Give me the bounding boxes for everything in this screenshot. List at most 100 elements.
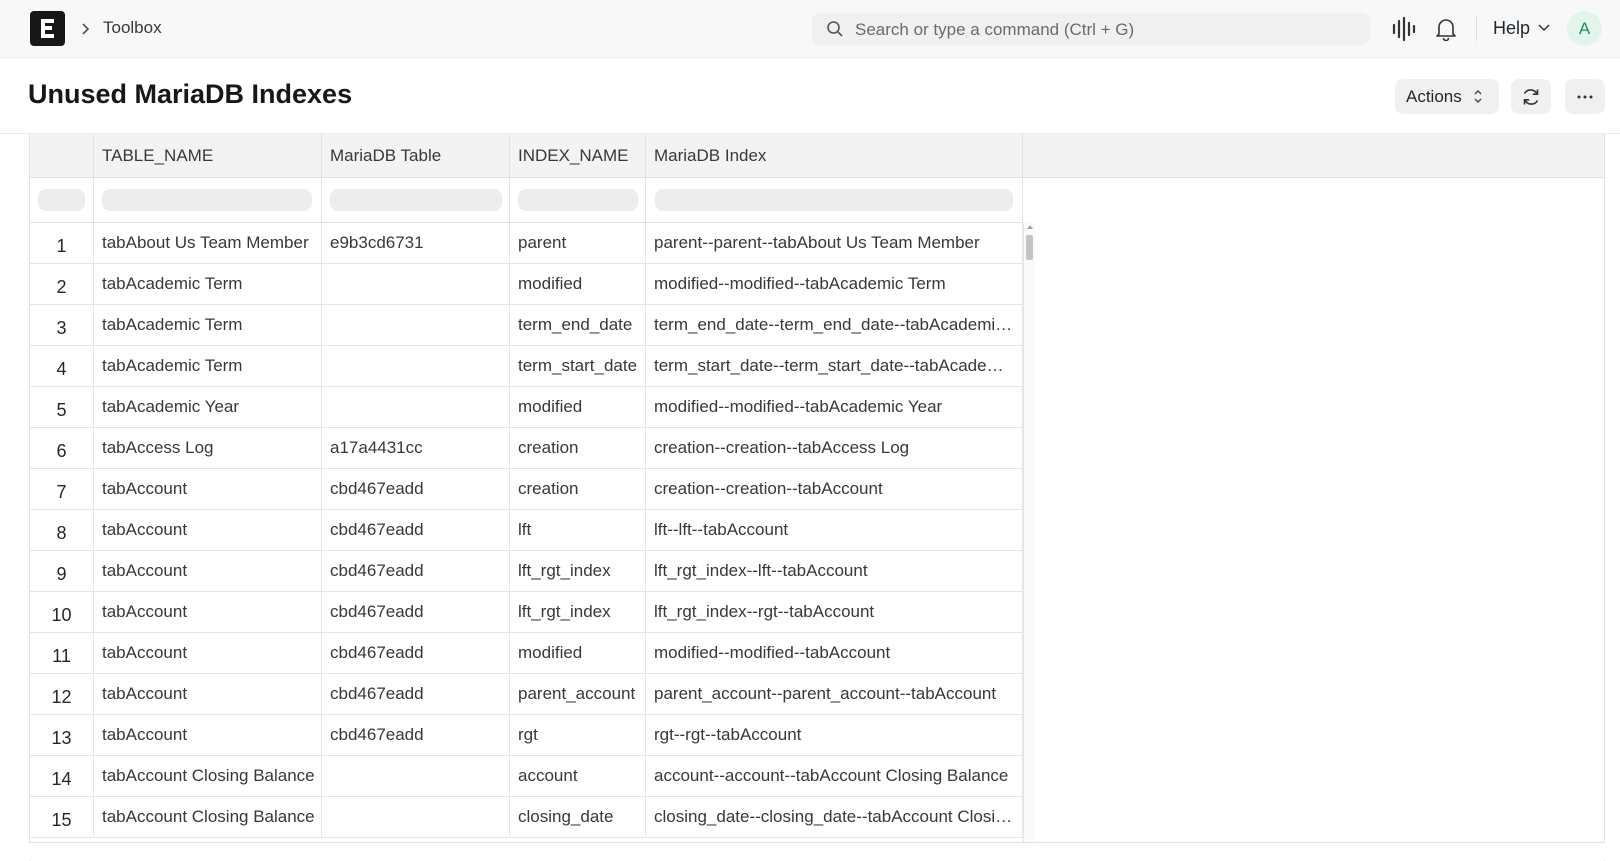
cell-table-name[interactable]: tabAcademic Term — [94, 264, 322, 305]
filter-input[interactable] — [655, 189, 1013, 211]
vertical-scrollbar[interactable] — [1023, 223, 1035, 860]
cell-mariadb-index[interactable]: rgt--rgt--tabAccount — [646, 715, 1023, 756]
more-options-button[interactable] — [1565, 79, 1605, 114]
row-index[interactable]: 7 — [30, 469, 94, 510]
cell-table-name[interactable]: tabAccount — [94, 469, 322, 510]
filter-input[interactable] — [330, 189, 502, 211]
row-index[interactable]: 3 — [30, 305, 94, 346]
cell-mariadb-table[interactable]: cbd467eadd — [322, 715, 510, 756]
cell-mariadb-table[interactable] — [322, 305, 510, 346]
cell-index-name[interactable]: creation — [510, 428, 646, 469]
cell-table-name[interactable]: tabAccount — [94, 633, 322, 674]
cell-table-name[interactable]: tabAccount — [94, 674, 322, 715]
row-index[interactable]: 6 — [30, 428, 94, 469]
column-header-index-name[interactable]: INDEX_NAME — [510, 134, 646, 178]
cell-mariadb-index[interactable]: lft--lft--tabAccount — [646, 510, 1023, 551]
cell-index-name[interactable]: rgt — [510, 715, 646, 756]
cell-index-name[interactable]: lft_rgt_index — [510, 551, 646, 592]
table-row[interactable]: 2 tabAcademic Term modified modified--modif… — [30, 264, 1023, 305]
cell-mariadb-table[interactable]: cbd467eadd — [322, 551, 510, 592]
row-index[interactable]: 5 — [30, 387, 94, 428]
cell-index-name[interactable]: account — [510, 756, 646, 797]
filter-input[interactable] — [518, 189, 638, 211]
row-index[interactable]: 11 — [30, 633, 94, 674]
filter-mariadb-index[interactable] — [646, 178, 1023, 222]
cell-index-name[interactable]: term_end_date — [510, 305, 646, 346]
cell-table-name[interactable]: tabAccount — [94, 592, 322, 633]
cell-index-name[interactable]: modified — [510, 264, 646, 305]
actions-button[interactable]: Actions — [1395, 79, 1499, 114]
search-bar[interactable]: Search or type a command (Ctrl + G) — [812, 13, 1370, 45]
bell-icon[interactable] — [1435, 17, 1457, 41]
row-index[interactable]: 9 — [30, 551, 94, 592]
column-header-mariadb-table[interactable]: MariaDB Table — [322, 134, 510, 178]
cell-mariadb-index[interactable]: term_start_date--term_start_date--tabAca… — [646, 346, 1023, 387]
filter-mariadb-table[interactable] — [322, 178, 510, 222]
row-index[interactable]: 14 — [30, 756, 94, 797]
row-index[interactable]: 15 — [30, 797, 94, 838]
cell-mariadb-index[interactable]: modified--modified--tabAcademic Year — [646, 387, 1023, 428]
cell-mariadb-index[interactable]: lft_rgt_index--rgt--tabAccount — [646, 592, 1023, 633]
table-row[interactable]: 14 tabAccount Closing Balance account accou… — [30, 756, 1023, 797]
table-row[interactable]: 10 tabAccount cbd467eadd lft_rgt_index lft_r… — [30, 592, 1023, 633]
filter-table-name[interactable] — [94, 178, 322, 222]
row-index[interactable]: 4 — [30, 346, 94, 387]
cell-index-name[interactable]: term_start_date — [510, 346, 646, 387]
cell-mariadb-table[interactable] — [322, 264, 510, 305]
column-header-mariadb-index[interactable]: MariaDB Index — [646, 134, 1023, 178]
cell-mariadb-table[interactable]: a17a4431cc — [322, 428, 510, 469]
table-row[interactable]: 7 tabAccount cbd467eadd creation creation--c… — [30, 469, 1023, 510]
cell-table-name[interactable]: tabAcademic Year — [94, 387, 322, 428]
cell-table-name[interactable]: tabAccount — [94, 551, 322, 592]
table-row[interactable]: 12 tabAccount cbd467eadd parent_account pare… — [30, 674, 1023, 715]
cell-mariadb-table[interactable] — [322, 387, 510, 428]
cell-index-name[interactable]: modified — [510, 633, 646, 674]
cell-mariadb-index[interactable]: parent_account--parent_account--tabAccou… — [646, 674, 1023, 715]
cell-mariadb-table[interactable]: cbd467eadd — [322, 510, 510, 551]
refresh-button[interactable] — [1511, 79, 1551, 114]
cell-mariadb-table[interactable] — [322, 797, 510, 838]
table-row[interactable]: 8 tabAccount cbd467eadd lft lft--lft--tabAcc… — [30, 510, 1023, 551]
row-index[interactable]: 8 — [30, 510, 94, 551]
cell-mariadb-table[interactable]: e9b3cd6731 — [322, 223, 510, 264]
cell-mariadb-index[interactable]: creation--creation--tabAccount — [646, 469, 1023, 510]
cell-mariadb-index[interactable]: creation--creation--tabAccess Log — [646, 428, 1023, 469]
table-row[interactable]: 1 tabAbout Us Team Member e9b3cd6731 parent… — [30, 223, 1023, 264]
cell-table-name[interactable]: tabAccount — [94, 715, 322, 756]
table-row[interactable]: 9 tabAccount cbd467eadd lft_rgt_index lft_rg… — [30, 551, 1023, 592]
audio-wave-icon[interactable] — [1391, 16, 1419, 42]
cell-mariadb-index[interactable]: modified--modified--tabAcademic Term — [646, 264, 1023, 305]
row-index[interactable]: 10 — [30, 592, 94, 633]
cell-index-name[interactable]: lft — [510, 510, 646, 551]
table-row[interactable]: 6 tabAccess Log a17a4431cc creation creation… — [30, 428, 1023, 469]
row-index[interactable]: 1 — [30, 223, 94, 264]
cell-mariadb-table[interactable]: cbd467eadd — [322, 469, 510, 510]
cell-mariadb-table[interactable] — [322, 346, 510, 387]
cell-table-name[interactable]: tabAcademic Term — [94, 346, 322, 387]
cell-table-name[interactable]: tabAccount — [94, 510, 322, 551]
cell-mariadb-table[interactable]: cbd467eadd — [322, 592, 510, 633]
table-row[interactable]: 4 tabAcademic Term term_start_date term_sta… — [30, 346, 1023, 387]
cell-table-name[interactable]: tabAccount Closing Balance — [94, 756, 322, 797]
cell-index-name[interactable]: modified — [510, 387, 646, 428]
cell-mariadb-table[interactable] — [322, 756, 510, 797]
cell-mariadb-index[interactable]: term_end_date--term_end_date--tabAcademi… — [646, 305, 1023, 346]
filter-index-name[interactable] — [510, 178, 646, 222]
cell-mariadb-table[interactable]: cbd467eadd — [322, 633, 510, 674]
cell-index-name[interactable]: parent — [510, 223, 646, 264]
cell-table-name[interactable]: tabAbout Us Team Member — [94, 223, 322, 264]
chevron-down-icon[interactable] — [1537, 21, 1551, 35]
cell-mariadb-index[interactable]: account--account--tabAccount Closing Bal… — [646, 756, 1023, 797]
table-row[interactable]: 11 tabAccount cbd467eadd modified modified--… — [30, 633, 1023, 674]
cell-index-name[interactable]: closing_date — [510, 797, 646, 838]
cell-table-name[interactable]: tabAccount Closing Balance — [94, 797, 322, 838]
scroll-up-arrow-icon[interactable] — [1026, 224, 1034, 230]
cell-mariadb-index[interactable]: modified--modified--tabAccount — [646, 633, 1023, 674]
help-menu[interactable]: Help — [1493, 18, 1530, 39]
app-logo[interactable] — [30, 11, 65, 46]
cell-index-name[interactable]: creation — [510, 469, 646, 510]
filter-input[interactable] — [102, 189, 312, 211]
row-index[interactable]: 13 — [30, 715, 94, 756]
cell-mariadb-index[interactable]: lft_rgt_index--lft--tabAccount — [646, 551, 1023, 592]
cell-table-name[interactable]: tabAcademic Term — [94, 305, 322, 346]
